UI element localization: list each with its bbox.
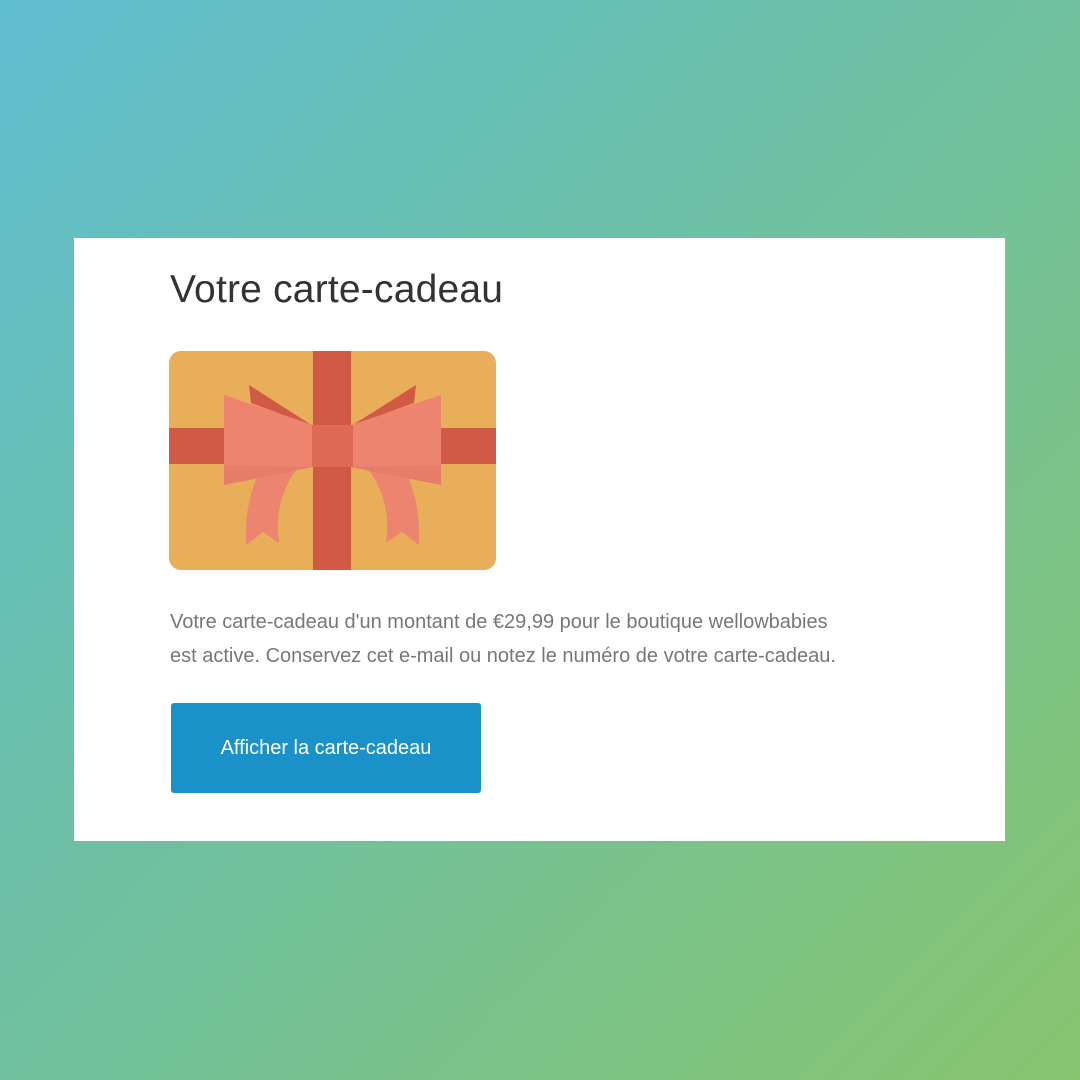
email-title: Votre carte-cadeau	[170, 268, 504, 311]
message-line-1: Votre carte-cadeau d'un montant de €29,9…	[170, 611, 828, 633]
view-gift-card-button[interactable]: Afficher la carte-cadeau	[171, 703, 481, 793]
gift-card-icon	[169, 351, 496, 570]
message-line-2: est active. Conservez cet e-mail ou note…	[170, 645, 836, 667]
gift-card-message: Votre carte-cadeau d'un montant de €29,9…	[170, 605, 930, 673]
email-card: Votre carte-cadeau Votre carte-cadeau d'…	[74, 238, 1005, 841]
